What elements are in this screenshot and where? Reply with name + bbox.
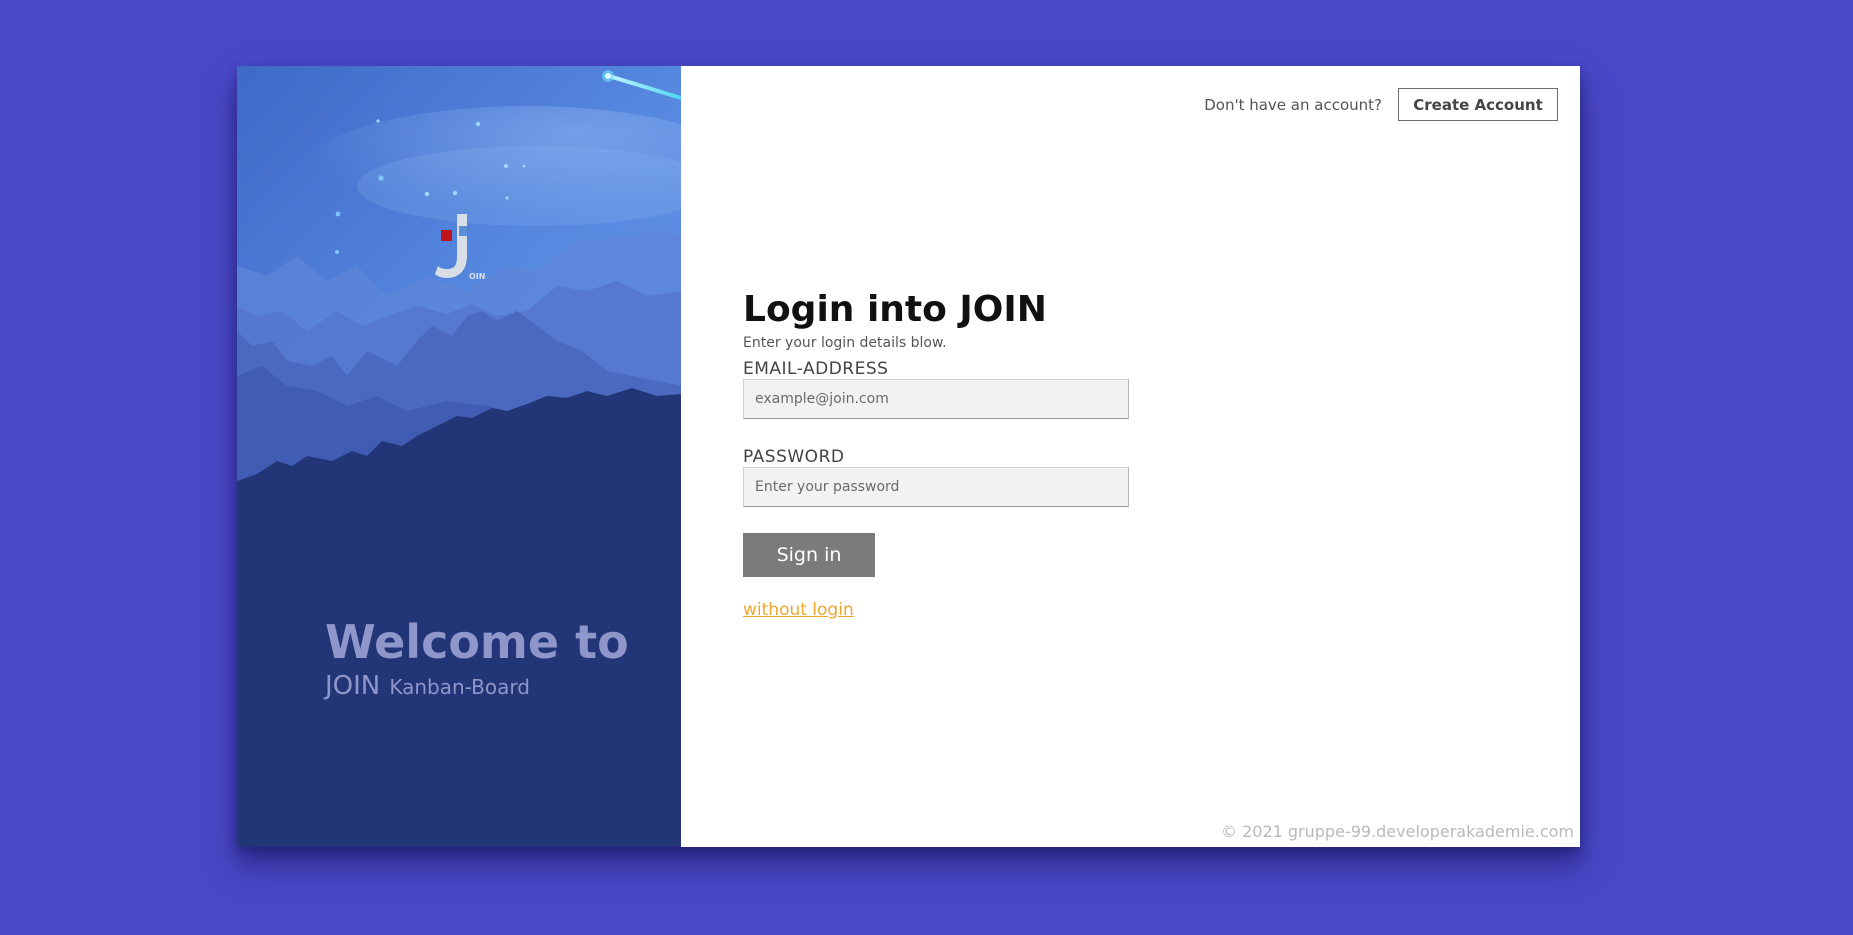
welcome-title: Welcome to	[325, 615, 629, 669]
welcome-subtitle: JOIN Kanban-Board	[325, 670, 629, 705]
password-label: PASSWORD	[743, 447, 845, 467]
join-logo: OIN	[435, 214, 485, 281]
svg-text:OIN: OIN	[469, 272, 485, 281]
sign-in-button[interactable]: Sign in	[743, 533, 875, 577]
welcome-tagline: Kanban-Board	[389, 675, 530, 699]
hero-panel: OIN Welcome to JOIN Kanban-Board	[237, 66, 681, 847]
page-title: Login into JOIN	[743, 289, 1047, 330]
no-account-text: Don't have an account?	[1204, 95, 1382, 114]
email-label: EMAIL-ADDRESS	[743, 359, 889, 379]
without-login-link[interactable]: without login	[743, 600, 854, 620]
copyright-footer: © 2021 gruppe-99.developerakademie.com	[1221, 822, 1574, 841]
hero-illustration	[237, 66, 681, 847]
password-field[interactable]	[743, 467, 1129, 507]
welcome-brand: JOIN	[325, 671, 381, 701]
welcome-block: Welcome to JOIN Kanban-Board	[325, 614, 629, 705]
login-form: Login into JOIN Enter your login details…	[743, 288, 1163, 620]
email-field[interactable]	[743, 379, 1129, 419]
login-card: OIN Welcome to JOIN Kanban-Board Don't h…	[237, 66, 1580, 847]
create-account-button[interactable]: Create Account	[1398, 88, 1558, 121]
account-bar: Don't have an account? Create Account	[1204, 88, 1558, 121]
login-panel: Don't have an account? Create Account Lo…	[681, 66, 1580, 847]
login-subtitle: Enter your login details blow.	[743, 335, 947, 351]
